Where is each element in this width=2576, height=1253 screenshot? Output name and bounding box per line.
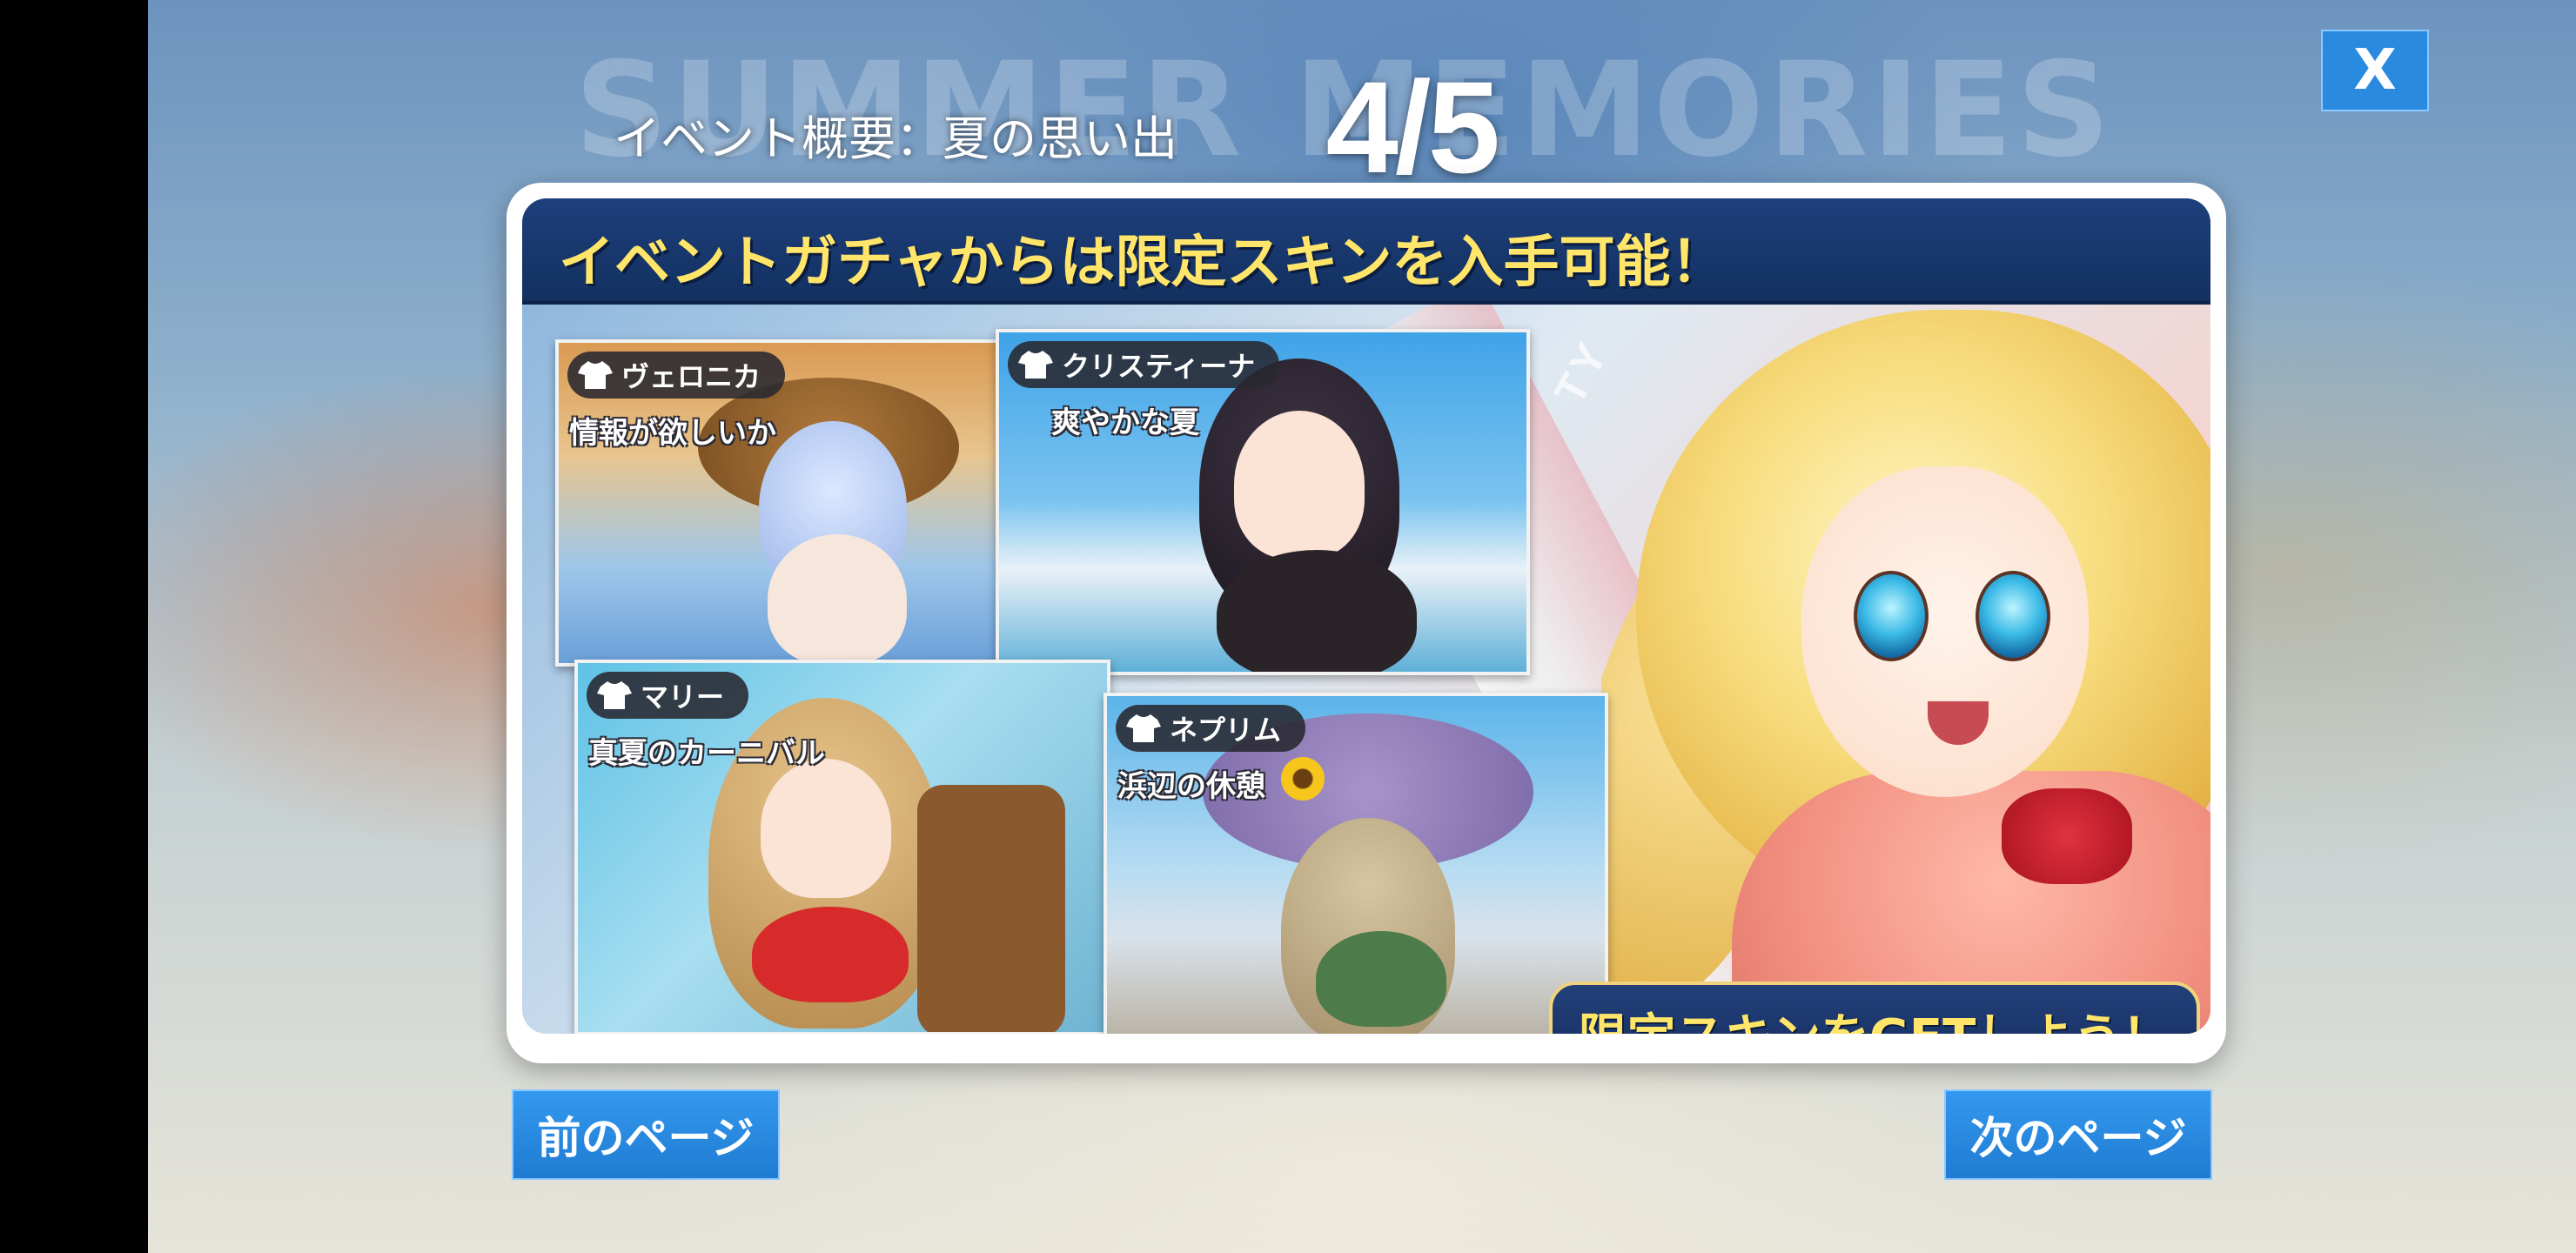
event-overview-screen: SUMMER MEMORIES イベント概要：夏の思い出 4/5 X TY イベ… — [148, 0, 2576, 1253]
skin-tag: クリスティーナ — [1008, 341, 1280, 388]
skin-character-name: クリスティーナ — [1062, 350, 1256, 383]
skin-tag: ネプリム — [1116, 705, 1306, 752]
skin-card-christina[interactable]: クリスティーナ 爽やかな夏 — [996, 329, 1530, 675]
skin-name: 情報が欲しいか — [569, 416, 776, 451]
left-black-bar — [0, 0, 148, 1253]
banner-header: イベントガチャからは限定スキンを入手可能！ — [522, 198, 2210, 305]
event-title: イベント概要：夏の思い出 — [614, 111, 1177, 166]
shirt-icon — [1018, 351, 1053, 379]
prev-page-button[interactable]: 前のページ — [512, 1089, 780, 1180]
next-page-button[interactable]: 次のページ — [1944, 1089, 2212, 1180]
shirt-icon — [597, 681, 632, 709]
page-counter: 4/5 — [1325, 54, 1500, 200]
shirt-icon — [1126, 714, 1161, 742]
close-button[interactable]: X — [2321, 30, 2429, 111]
shirt-icon — [578, 361, 613, 389]
skin-name: 爽やかな夏 — [1051, 405, 1199, 440]
cta-label: 限定スキンをGETしよう！ — [1579, 998, 2171, 1035]
skin-character-name: ネプリム — [1170, 714, 1282, 747]
event-banner: TY イベントガチャからは限定スキンを入手可能！ ヴェロニカ 情報が欲しいか ク… — [522, 198, 2210, 1034]
skin-card-neprim[interactable]: ネプリム 浜辺の休憩 — [1104, 693, 1608, 1034]
skin-character-name: マリー — [641, 680, 725, 714]
skin-name: 真夏のカーニバル — [588, 736, 825, 771]
skin-character-name: ヴェロニカ — [621, 360, 761, 393]
skin-tag: マリー — [587, 672, 749, 719]
skin-tag: ヴェロニカ — [567, 352, 786, 399]
event-panel: TY イベントガチャからは限定スキンを入手可能！ ヴェロニカ 情報が欲しいか ク… — [506, 183, 2226, 1063]
skin-card-veronica[interactable]: ヴェロニカ 情報が欲しいか — [555, 339, 1006, 667]
skin-card-marie[interactable]: マリー 真夏のカーニバル — [574, 660, 1110, 1034]
banner-headline: イベントガチャからは限定スキンを入手可能！ — [559, 231, 1727, 295]
get-skin-banner: 限定スキンをGETしよう！ — [1549, 982, 2200, 1034]
skin-name: 浜辺の休憩 — [1117, 769, 1265, 804]
featured-character-art — [1601, 301, 2210, 1034]
